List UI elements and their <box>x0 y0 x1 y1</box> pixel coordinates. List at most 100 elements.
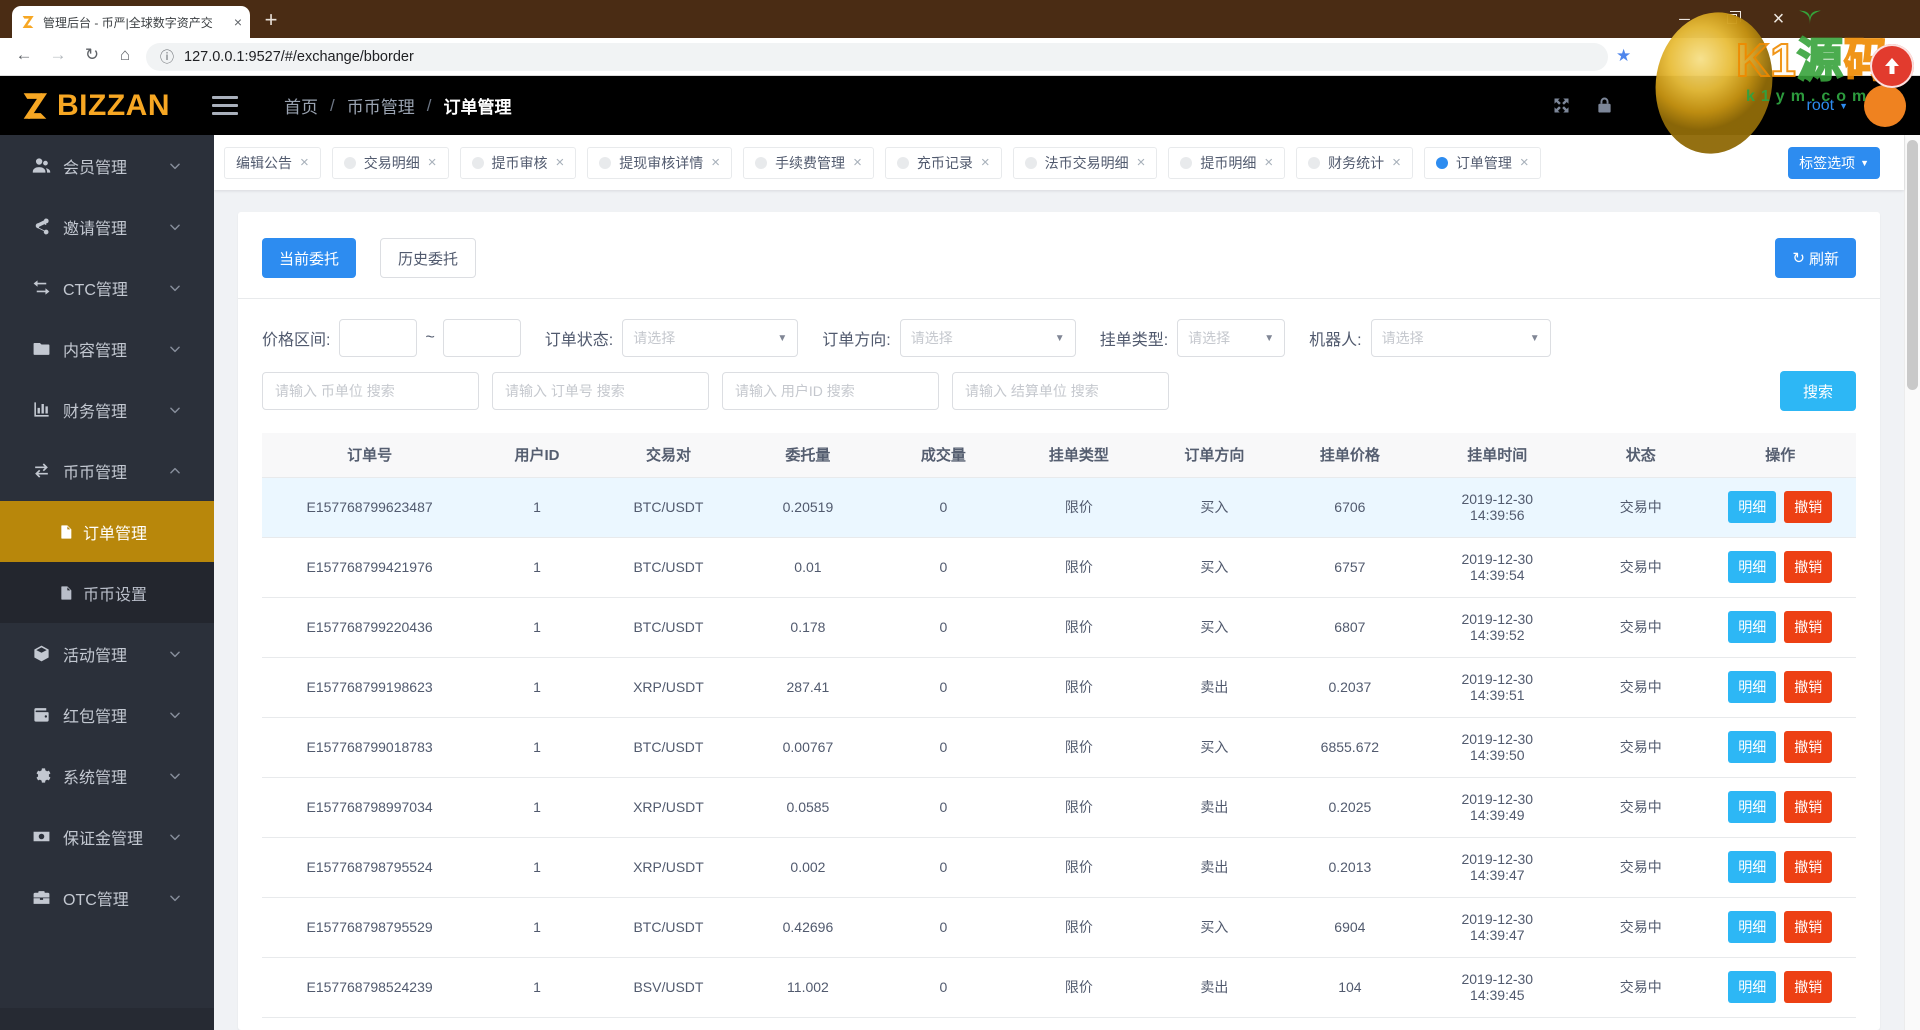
breadcrumb-item[interactable]: 币币管理 <box>347 93 415 118</box>
sidebar-item-CTC管理[interactable]: CTC管理 <box>0 257 214 318</box>
tag-close-icon[interactable]: × <box>428 154 437 171</box>
tag-close-icon[interactable]: × <box>853 154 862 171</box>
home-icon[interactable]: ⌂ <box>113 45 137 65</box>
cancel-button[interactable]: 撤销 <box>1784 671 1833 703</box>
cancel-button[interactable]: 撤销 <box>1784 851 1833 883</box>
address-bar[interactable]: ⓘ 127.0.0.1:9527/#/exchange/bborder <box>146 43 1608 71</box>
sidebar-item-币币设置[interactable]: 币币设置 <box>0 562 214 623</box>
sidebar-item-会员管理[interactable]: 会员管理 <box>0 135 214 196</box>
detail-button[interactable]: 明细 <box>1728 731 1777 763</box>
cell-traded: 0 <box>875 777 1012 838</box>
cell-actions: 明细 撤销 <box>1704 777 1856 838</box>
refresh-button[interactable]: ↻ 刷新 <box>1775 238 1856 278</box>
sidebar-item-币币管理[interactable]: 币币管理 <box>0 440 214 501</box>
detail-button[interactable]: 明细 <box>1728 551 1777 583</box>
browser-tab[interactable]: 管理后台 - 币严|全球数字资产交 × <box>12 6 250 38</box>
back-icon[interactable]: ← <box>12 45 36 65</box>
detail-button[interactable]: 明细 <box>1728 851 1777 883</box>
sidebar-item-内容管理[interactable]: 内容管理 <box>0 318 214 379</box>
detail-button[interactable]: 明细 <box>1728 491 1777 523</box>
search-button[interactable]: 搜索 <box>1780 371 1856 411</box>
cancel-button[interactable]: 撤销 <box>1784 971 1833 1003</box>
forward-icon[interactable]: → <box>46 45 70 65</box>
cancel-button[interactable]: 撤销 <box>1784 911 1833 943</box>
tag-充币记录[interactable]: 充币记录 × <box>884 146 1002 179</box>
cancel-button[interactable]: 撤销 <box>1784 491 1833 523</box>
detail-button[interactable]: 明细 <box>1728 911 1777 943</box>
history-orders-button[interactable]: 历史委托 <box>380 238 477 278</box>
tag-close-icon[interactable]: × <box>556 154 565 171</box>
tag-close-icon[interactable]: × <box>300 154 309 171</box>
sidebar-item-红包管理[interactable]: 红包管理 <box>0 684 214 745</box>
tag-提币明细[interactable]: 提币明细 × <box>1168 146 1286 179</box>
tag-close-icon[interactable]: × <box>1392 154 1401 171</box>
order-status-select[interactable]: 请选择 ▼ <box>622 319 799 357</box>
robot-select[interactable]: 请选择 ▼ <box>1370 319 1551 357</box>
cancel-button[interactable]: 撤销 <box>1784 611 1833 643</box>
scrollbar[interactable] <box>1904 135 1920 1030</box>
detail-button[interactable]: 明细 <box>1728 791 1777 823</box>
window-close-button[interactable]: × <box>1755 0 1802 38</box>
cell-type: 限价 <box>1011 957 1147 1018</box>
lock-icon[interactable] <box>1594 95 1615 116</box>
sidebar-item-OTC管理[interactable]: OTC管理 <box>0 867 214 928</box>
tag-交易明细[interactable]: 交易明细 × <box>331 146 449 179</box>
new-tab-button[interactable]: + <box>256 5 286 35</box>
tag-订单管理[interactable]: 订单管理 × <box>1423 146 1541 179</box>
breadcrumb-item[interactable]: 首页 <box>284 93 318 118</box>
page-info-icon[interactable]: ⓘ <box>160 47 174 67</box>
fullscreen-icon[interactable] <box>1551 95 1572 116</box>
scrollbar-thumb[interactable] <box>1907 140 1918 390</box>
bizzan-logo[interactable]: BIZZAN <box>18 89 170 123</box>
tag-编辑公告[interactable]: 编辑公告 × <box>224 146 321 179</box>
search-input[interactable] <box>722 372 939 410</box>
reload-icon[interactable]: ↻ <box>80 45 104 65</box>
price-max-input[interactable] <box>442 319 521 357</box>
tag-close-icon[interactable]: × <box>711 154 720 171</box>
cancel-button[interactable]: 撤销 <box>1784 551 1833 583</box>
order-type-select[interactable]: 请选择 ▼ <box>1177 319 1286 357</box>
current-orders-button[interactable]: 当前委托 <box>262 238 357 278</box>
window-restore-button[interactable] <box>1708 0 1755 38</box>
tag-提币审核[interactable]: 提币审核 × <box>459 146 577 179</box>
tag-options-button[interactable]: 标签选项 ▼ <box>1788 146 1880 179</box>
cancel-button[interactable]: 撤销 <box>1784 731 1833 763</box>
tag-close-icon[interactable]: × <box>1520 154 1529 171</box>
cell-actions: 明细 撤销 <box>1704 897 1856 958</box>
order-direction-select[interactable]: 请选择 ▼ <box>899 319 1076 357</box>
price-min-input[interactable] <box>339 319 418 357</box>
sidebar-item-订单管理[interactable]: 订单管理 <box>0 501 214 562</box>
tab-close-icon[interactable]: × <box>234 14 242 30</box>
order-direction-label: 订单方向: <box>822 332 891 349</box>
cell-pair: BTC/USDT <box>596 477 741 538</box>
detail-button[interactable]: 明细 <box>1728 971 1777 1003</box>
price-range-label: 价格区间: <box>262 332 331 349</box>
sidebar-item-活动管理[interactable]: 活动管理 <box>0 623 214 684</box>
tag-手续费管理[interactable]: 手续费管理 × <box>743 146 874 179</box>
cancel-button[interactable]: 撤销 <box>1784 791 1833 823</box>
avatar[interactable] <box>1864 84 1906 127</box>
tag-财务统计[interactable]: 财务统计 × <box>1296 146 1413 179</box>
cell-pair: BTC/USDT <box>596 897 741 958</box>
search-input[interactable] <box>262 372 479 410</box>
tag-close-icon[interactable]: × <box>1137 154 1146 171</box>
sidebar-item-保证金管理[interactable]: 保证金管理 <box>0 806 214 867</box>
tag-提现审核详情[interactable]: 提现审核详情 × <box>587 146 733 179</box>
window-minimize-button[interactable]: ─ <box>1661 0 1708 38</box>
bookmark-star-icon[interactable]: ★ <box>1616 46 1631 66</box>
exchange-icon <box>32 461 51 480</box>
detail-button[interactable]: 明细 <box>1728 611 1777 643</box>
tag-close-icon[interactable]: × <box>981 154 990 171</box>
sidebar-item-系统管理[interactable]: 系统管理 <box>0 745 214 806</box>
sidebar-item-邀请管理[interactable]: 邀请管理 <box>0 196 214 257</box>
sidebar-item-财务管理[interactable]: 财务管理 <box>0 379 214 440</box>
search-input[interactable] <box>952 372 1169 410</box>
tag-法币交易明细[interactable]: 法币交易明细 × <box>1012 146 1158 179</box>
search-input[interactable] <box>492 372 709 410</box>
hamburger-menu-icon[interactable] <box>211 96 238 115</box>
user-menu[interactable]: root ▼ <box>1807 97 1849 115</box>
tag-close-icon[interactable]: × <box>1264 154 1273 171</box>
tag-label: 提现审核详情 <box>619 154 704 171</box>
detail-button[interactable]: 明细 <box>1728 671 1777 703</box>
url-text[interactable]: 127.0.0.1:9527/#/exchange/bborder <box>184 49 414 65</box>
